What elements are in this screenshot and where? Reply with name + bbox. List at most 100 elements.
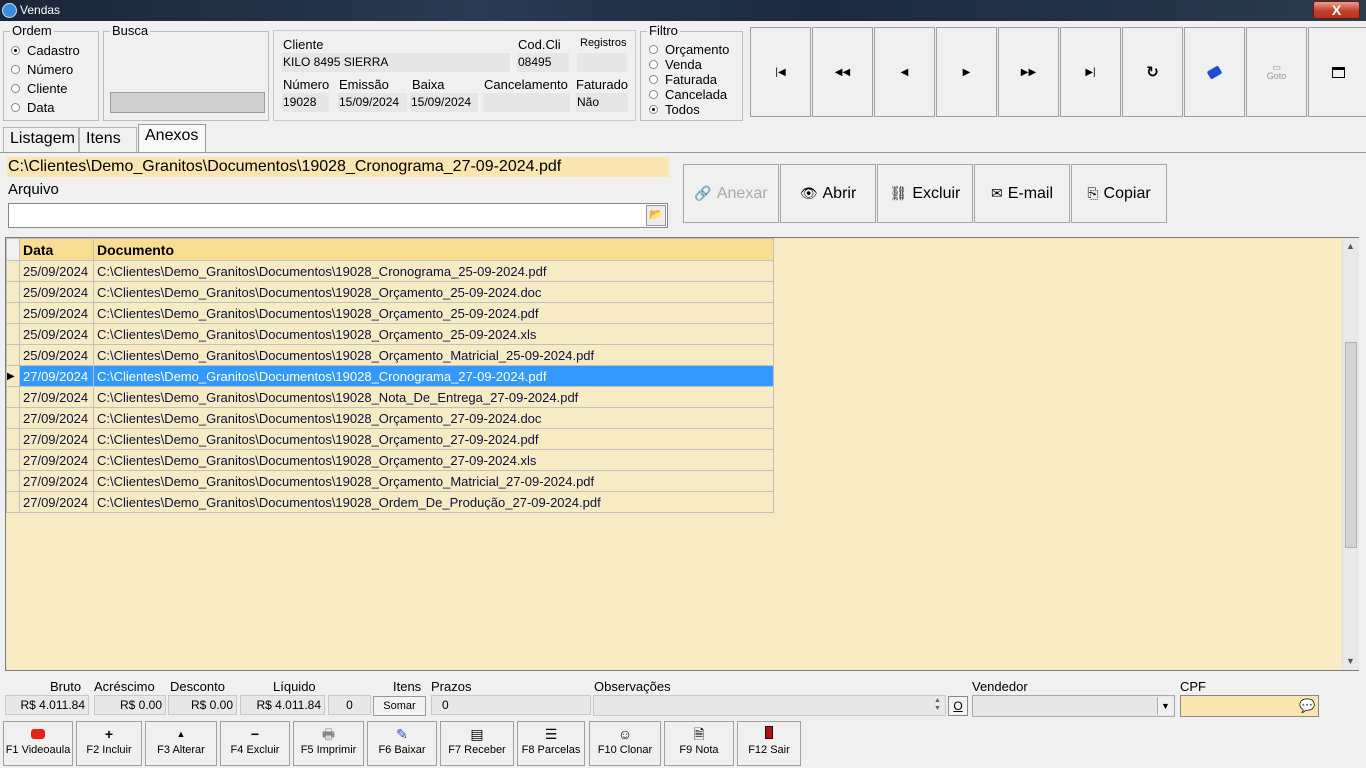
cell-data[interactable]: 27/09/2024 bbox=[19, 449, 94, 471]
cell-documento[interactable]: C:\Clientes\Demo_Granitos\Documentos\190… bbox=[93, 323, 774, 345]
filtro-option-venda[interactable]: Venda bbox=[649, 57, 702, 72]
ordem-option-data[interactable]: Data bbox=[11, 100, 54, 115]
cell-data[interactable]: 27/09/2024 bbox=[19, 428, 94, 450]
tag-button[interactable] bbox=[1184, 27, 1245, 117]
f4-excluir-button[interactable]: − F4 Excluir bbox=[220, 721, 290, 766]
scroll-thumb[interactable] bbox=[1345, 342, 1357, 548]
tab-anexos[interactable]: Anexos bbox=[138, 124, 206, 153]
cell-documento[interactable]: C:\Clientes\Demo_Granitos\Documentos\190… bbox=[93, 407, 774, 429]
somar-button[interactable]: Somar bbox=[373, 696, 426, 716]
cell-documento[interactable]: C:\Clientes\Demo_Granitos\Documentos\190… bbox=[93, 281, 774, 303]
refresh-button[interactable]: ↻ bbox=[1122, 27, 1183, 117]
vendedor-label: Vendedor bbox=[972, 679, 1028, 694]
email-button[interactable]: ✉ E-mail bbox=[974, 164, 1070, 223]
abrir-button[interactable]: 👁 Abrir bbox=[780, 164, 876, 223]
tab-listagem[interactable]: Listagem bbox=[3, 127, 79, 153]
filtro-option-cancelada[interactable]: Cancelada bbox=[649, 87, 727, 102]
itens-value: 0 bbox=[328, 695, 371, 715]
speech-bubble-icon[interactable]: 💬 bbox=[1299, 698, 1315, 714]
observacoes-o-button[interactable]: O bbox=[948, 696, 968, 716]
column-header-documento[interactable]: Documento bbox=[93, 238, 774, 261]
cell-data[interactable]: 27/09/2024 bbox=[19, 386, 94, 408]
table-row[interactable]: 25/09/2024 C:\Clientes\Demo_Granitos\Docu… bbox=[6, 281, 774, 303]
ordem-option-numero[interactable]: Número bbox=[11, 62, 73, 77]
cell-documento[interactable]: C:\Clientes\Demo_Granitos\Documentos\190… bbox=[93, 386, 774, 408]
minus-icon: − bbox=[250, 726, 260, 742]
anexar-button[interactable]: 🔗 Anexar bbox=[683, 164, 779, 223]
excluir-anexo-button[interactable]: ⛓ Excluir bbox=[877, 164, 973, 223]
cell-data[interactable]: 25/09/2024 bbox=[19, 302, 94, 324]
table-row[interactable]: 25/09/2024 C:\Clientes\Demo_Granitos\Docu… bbox=[6, 323, 774, 345]
numero-field: 19028 bbox=[282, 93, 329, 112]
cell-documento[interactable]: C:\Clientes\Demo_Granitos\Documentos\190… bbox=[93, 470, 774, 492]
f7-receber-button[interactable]: ▤ F7 Receber bbox=[440, 721, 514, 766]
first-record-button[interactable]: |◀ bbox=[750, 27, 811, 117]
cell-data[interactable]: 27/09/2024 bbox=[19, 470, 94, 492]
vertical-scrollbar[interactable]: ▲ ▼ bbox=[1342, 238, 1359, 670]
cell-documento[interactable]: C:\Clientes\Demo_Granitos\Documentos\190… bbox=[93, 491, 774, 513]
busca-input[interactable] bbox=[110, 92, 265, 113]
last-record-button[interactable]: ▶| bbox=[1060, 27, 1121, 117]
open-folder-icon[interactable]: 📂 bbox=[646, 205, 666, 226]
table-row[interactable]: 25/09/2024 C:\Clientes\Demo_Granitos\Docu… bbox=[6, 344, 774, 366]
form-view-button[interactable] bbox=[1308, 27, 1366, 117]
table-row[interactable]: 27/09/2024 C:\Clientes\Demo_Granitos\Docu… bbox=[6, 491, 774, 513]
f2-incluir-button[interactable]: + F2 Incluir bbox=[76, 721, 142, 766]
f3-alterar-button[interactable]: ▲ F3 Alterar bbox=[145, 721, 217, 766]
filtro-option-faturada[interactable]: Faturada bbox=[649, 72, 717, 87]
ordem-option-cadastro[interactable]: Cadastro bbox=[11, 43, 80, 58]
cell-documento[interactable]: C:\Clientes\Demo_Granitos\Documentos\190… bbox=[93, 449, 774, 471]
tab-itens[interactable]: Itens bbox=[79, 127, 137, 153]
attachments-grid[interactable]: Data Documento 25/09/2024 C:\Clientes\Dem… bbox=[5, 237, 1359, 671]
goto-button[interactable]: ▭ Goto bbox=[1246, 27, 1307, 117]
prev-page-button[interactable]: ◀◀ bbox=[812, 27, 873, 117]
copiar-button[interactable]: ⎘ Copiar bbox=[1071, 164, 1167, 223]
table-row[interactable]: ▶ 27/09/2024 C:\Clientes\Demo_Granitos\Doc… bbox=[6, 365, 774, 387]
cell-data[interactable]: 27/09/2024 bbox=[19, 491, 94, 513]
table-row[interactable]: 27/09/2024 C:\Clientes\Demo_Granitos\Docu… bbox=[6, 428, 774, 450]
next-page-button[interactable]: ▶▶ bbox=[998, 27, 1059, 117]
cell-documento[interactable]: C:\Clientes\Demo_Granitos\Documentos\190… bbox=[93, 365, 774, 387]
cell-data[interactable]: 25/09/2024 bbox=[19, 344, 94, 366]
next-record-button[interactable]: ▶ bbox=[936, 27, 997, 117]
table-row[interactable]: 27/09/2024 C:\Clientes\Demo_Granitos\Docu… bbox=[6, 470, 774, 492]
printer-icon: 🖶 bbox=[321, 726, 336, 742]
baixa-label: Baixa bbox=[412, 77, 445, 92]
cell-data[interactable]: 25/09/2024 bbox=[19, 260, 94, 282]
cell-documento[interactable]: C:\Clientes\Demo_Granitos\Documentos\190… bbox=[93, 302, 774, 324]
table-row[interactable]: 25/09/2024 C:\Clientes\Demo_Granitos\Docu… bbox=[6, 302, 774, 324]
vendedor-select[interactable] bbox=[972, 695, 1175, 717]
close-button[interactable]: X bbox=[1313, 1, 1360, 19]
scroll-down-icon[interactable]: ▼ bbox=[1346, 656, 1355, 666]
scroll-up-icon[interactable]: ▲ bbox=[1346, 241, 1355, 251]
table-row[interactable]: 27/09/2024 C:\Clientes\Demo_Granitos\Docu… bbox=[6, 449, 774, 471]
column-header-data[interactable]: Data bbox=[19, 238, 94, 261]
filtro-option-orcamento[interactable]: Orçamento bbox=[649, 42, 729, 57]
row-indicator bbox=[6, 323, 20, 345]
observacoes-field[interactable] bbox=[593, 695, 946, 716]
f1-videoaula-button[interactable]: F1 Videoaula bbox=[3, 721, 73, 766]
cell-documento[interactable]: C:\Clientes\Demo_Granitos\Documentos\190… bbox=[93, 428, 774, 450]
cell-data[interactable]: 27/09/2024 bbox=[19, 365, 94, 387]
prev-record-button[interactable]: ◀ bbox=[874, 27, 935, 117]
cell-data[interactable]: 25/09/2024 bbox=[19, 281, 94, 303]
table-row[interactable]: 27/09/2024 C:\Clientes\Demo_Granitos\Docu… bbox=[6, 407, 774, 429]
ordem-option-cliente[interactable]: Cliente bbox=[11, 81, 67, 96]
filtro-option-todos[interactable]: Todos bbox=[649, 102, 700, 117]
f5-imprimir-button[interactable]: 🖶 F5 Imprimir bbox=[293, 721, 364, 766]
f9-nota-button[interactable]: 🗎 F9 Nota bbox=[664, 721, 734, 766]
chevron-down-icon[interactable]: ▼ bbox=[1157, 697, 1173, 715]
table-row[interactable]: 25/09/2024 C:\Clientes\Demo_Granitos\Docu… bbox=[6, 260, 774, 282]
f12-sair-button[interactable]: F12 Sair bbox=[737, 721, 801, 766]
f6-baixar-button[interactable]: ✎ F6 Baixar bbox=[367, 721, 437, 766]
cell-documento[interactable]: C:\Clientes\Demo_Granitos\Documentos\190… bbox=[93, 260, 774, 282]
cell-data[interactable]: 25/09/2024 bbox=[19, 323, 94, 345]
f8-parcelas-button[interactable]: ☰ F8 Parcelas bbox=[517, 721, 585, 766]
f10-clonar-button[interactable]: ☺ F10 Clonar bbox=[589, 721, 661, 766]
table-row[interactable]: 27/09/2024 C:\Clientes\Demo_Granitos\Docu… bbox=[6, 386, 774, 408]
arquivo-input[interactable] bbox=[8, 203, 668, 228]
cell-data[interactable]: 27/09/2024 bbox=[19, 407, 94, 429]
cell-documento[interactable]: C:\Clientes\Demo_Granitos\Documentos\190… bbox=[93, 344, 774, 366]
obs-spin-icon[interactable]: ▲ ▼ bbox=[934, 697, 941, 713]
fast-forward-icon: ▶▶ bbox=[1020, 66, 1037, 78]
